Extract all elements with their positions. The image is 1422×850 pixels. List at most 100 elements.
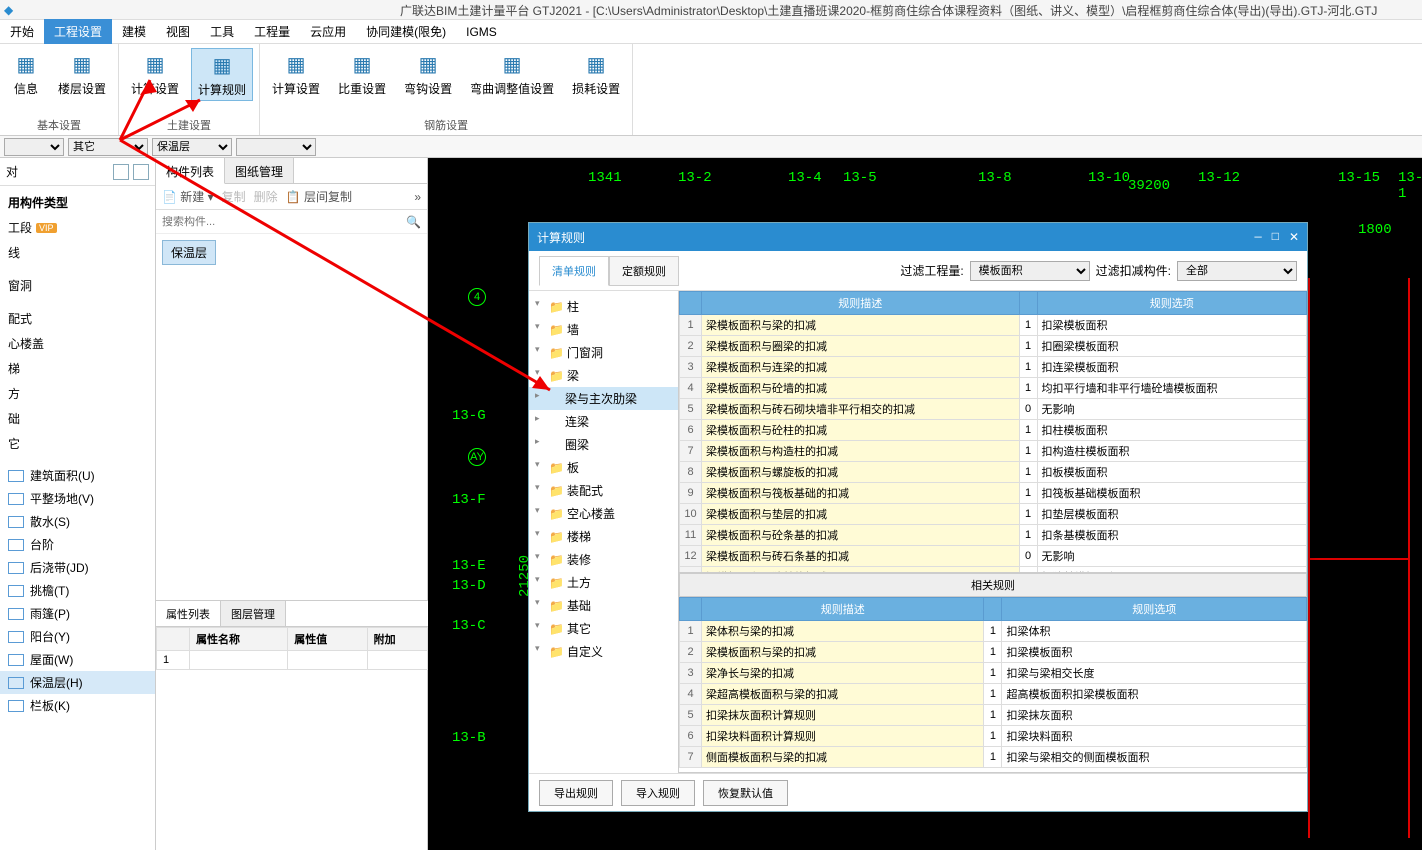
filter2-select[interactable]: 全部 [1177, 261, 1297, 281]
tab-drawing-mgmt[interactable]: 图纸管理 [225, 158, 294, 183]
subtype-item[interactable]: 散水(S) [0, 510, 155, 533]
table-row[interactable]: 7侧面模板面积与梁的扣减1扣梁与梁相交的侧面模板面积 [680, 746, 1307, 767]
tab-quota-rules[interactable]: 定额规则 [609, 256, 679, 286]
type-item[interactable]: 础 [0, 406, 155, 431]
tree-item[interactable]: 📁柱 [529, 295, 678, 318]
search-input[interactable] [162, 216, 406, 228]
import-rules-button[interactable]: 导入规则 [621, 780, 695, 806]
subtype-item[interactable]: 后浇带(JD) [0, 556, 155, 579]
tree-item[interactable]: 📁自定义 [529, 640, 678, 663]
type-item[interactable] [0, 265, 155, 273]
type-item[interactable]: 它 [0, 431, 155, 456]
ribbon-btn[interactable]: ▦计算规则 [191, 48, 253, 101]
table-row[interactable]: 5扣梁抹灰面积计算规则1扣梁抹灰面积 [680, 704, 1307, 725]
type-item[interactable]: 配式 [0, 306, 155, 331]
dd-3[interactable]: 保温层 [152, 138, 232, 156]
type-item[interactable]: 方 [0, 381, 155, 406]
minimize-icon[interactable]: — [1255, 230, 1262, 245]
type-item[interactable]: 工段VIP [0, 215, 155, 240]
ribbon-btn[interactable]: ▦楼层设置 [52, 48, 112, 99]
menu-tab-3[interactable]: 视图 [156, 19, 200, 44]
tree-item[interactable]: 📁墙 [529, 318, 678, 341]
tree-item[interactable]: 📁门窗洞 [529, 341, 678, 364]
tree-item[interactable]: 📁其它 [529, 617, 678, 640]
tree-item[interactable]: 📁空心楼盖 [529, 502, 678, 525]
copy-button[interactable]: 复制 [222, 188, 246, 205]
menu-tab-4[interactable]: 工具 [200, 19, 244, 44]
dd-1[interactable] [4, 138, 64, 156]
search-icon[interactable]: 🔍 [406, 215, 421, 229]
table-row[interactable]: 6扣梁块料面积计算规则1扣梁块料面积 [680, 725, 1307, 746]
table-row[interactable]: 7梁模板面积与构造柱的扣减1扣构造柱模板面积 [680, 441, 1307, 462]
menu-tab-5[interactable]: 工程量 [244, 19, 300, 44]
table-row[interactable]: 1梁体积与梁的扣减1扣梁体积 [680, 620, 1307, 641]
ribbon-btn[interactable]: ▦信息 [6, 48, 46, 99]
table-row[interactable]: 9梁模板面积与筏板基础的扣减1扣筏板基础模板面积 [680, 483, 1307, 504]
new-button[interactable]: 📄 新建 ▾ [162, 188, 214, 205]
subtype-item[interactable]: 阳台(Y) [0, 625, 155, 648]
ribbon-btn[interactable]: ▦损耗设置 [566, 48, 626, 99]
component-item[interactable]: 保温层 [162, 240, 216, 265]
table-row[interactable]: 11梁模板面积与砼条基的扣减1扣条基模板面积 [680, 525, 1307, 546]
menu-tab-6[interactable]: 云应用 [300, 19, 356, 44]
tree-item[interactable]: 连梁 [529, 410, 678, 433]
view-tile-icon[interactable] [113, 164, 129, 180]
table-row[interactable]: 12梁模板面积与砖石条基的扣减0无影响 [680, 546, 1307, 567]
table-row[interactable]: 6梁模板面积与砼柱的扣减1扣柱模板面积 [680, 420, 1307, 441]
tree-item[interactable]: 圈梁 [529, 433, 678, 456]
ribbon-btn[interactable]: ▦比重设置 [332, 48, 392, 99]
restore-defaults-button[interactable]: 恢复默认值 [703, 780, 788, 806]
ribbon-btn[interactable]: ▦弯钩设置 [398, 48, 458, 99]
table-row[interactable]: 4梁模板面积与砼墙的扣减1均扣平行墙和非平行墙砼墙模板面积 [680, 378, 1307, 399]
tree-item[interactable]: 📁板 [529, 456, 678, 479]
table-row[interactable]: 2梁模板面积与圈梁的扣减1扣圈梁模板面积 [680, 336, 1307, 357]
table-row[interactable]: 1梁模板面积与梁的扣减1扣梁模板面积 [680, 315, 1307, 336]
subtype-item[interactable]: 台阶 [0, 533, 155, 556]
tab-layer-mgmt[interactable]: 图层管理 [221, 601, 286, 626]
table-row[interactable]: 5梁模板面积与砖石砌块墙非平行相交的扣减0无影响 [680, 399, 1307, 420]
subtype-item[interactable]: 屋面(W) [0, 648, 155, 671]
type-item[interactable]: 梯 [0, 356, 155, 381]
type-item[interactable]: 线 [0, 240, 155, 265]
table-row[interactable]: 4梁超高模板面积与梁的扣减1超高模板面积扣梁模板面积 [680, 683, 1307, 704]
tree-item[interactable]: 梁与主次肋梁 [529, 387, 678, 410]
table-row[interactable]: 3梁模板面积与连梁的扣减1扣连梁模板面积 [680, 357, 1307, 378]
menu-tab-1[interactable]: 工程设置 [44, 19, 112, 44]
type-item[interactable]: 心楼盖 [0, 331, 155, 356]
type-item[interactable] [0, 298, 155, 306]
subtype-item[interactable]: 平整场地(V) [0, 487, 155, 510]
layer-copy-button[interactable]: 📋 层间复制 [286, 188, 352, 205]
ribbon-btn[interactable]: ▦弯曲调整值设置 [464, 48, 560, 99]
dialog-titlebar[interactable]: 计算规则 — □ ✕ [529, 223, 1307, 251]
menu-tab-8[interactable]: IGMS [456, 21, 507, 43]
table-row[interactable]: 2梁模板面积与梁的扣减1扣梁模板面积 [680, 641, 1307, 662]
tree-item[interactable]: 📁装修 [529, 548, 678, 571]
filter1-select[interactable]: 模板面积 [970, 261, 1090, 281]
ribbon-btn[interactable]: ▦计算设置 [266, 48, 326, 99]
ribbon-btn[interactable]: ▦计算设置 [125, 48, 185, 101]
dd-4[interactable] [236, 138, 316, 156]
tab-properties[interactable]: 属性列表 [156, 601, 221, 626]
table-row[interactable]: 3梁净长与梁的扣减1扣梁与梁相交长度 [680, 662, 1307, 683]
tree-item[interactable]: 📁装配式 [529, 479, 678, 502]
maximize-icon[interactable]: □ [1272, 230, 1279, 245]
close-icon[interactable]: ✕ [1289, 230, 1299, 245]
view-list-icon[interactable] [133, 164, 149, 180]
menu-tab-0[interactable]: 开始 [0, 19, 44, 44]
tree-item[interactable]: 📁楼梯 [529, 525, 678, 548]
menu-tab-7[interactable]: 协同建模(限免) [356, 19, 456, 44]
more-icon[interactable]: » [414, 190, 421, 204]
subtype-item[interactable]: 挑檐(T) [0, 579, 155, 602]
delete-button[interactable]: 删除 [254, 188, 278, 205]
type-item[interactable]: 窗洞 [0, 273, 155, 298]
table-row[interactable]: 10梁模板面积与垫层的扣减1扣垫层模板面积 [680, 504, 1307, 525]
table-row[interactable]: 8梁模板面积与螺旋板的扣减1扣板模板面积 [680, 462, 1307, 483]
export-rules-button[interactable]: 导出规则 [539, 780, 613, 806]
dd-2[interactable]: 其它 [68, 138, 148, 156]
subtype-item[interactable]: 保温层(H) [0, 671, 155, 694]
subtype-item[interactable]: 栏板(K) [0, 694, 155, 717]
tree-item[interactable]: 📁梁 [529, 364, 678, 387]
tree-item[interactable]: 📁土方 [529, 571, 678, 594]
tab-component-list[interactable]: 构件列表 [156, 158, 225, 184]
menu-tab-2[interactable]: 建模 [112, 19, 156, 44]
